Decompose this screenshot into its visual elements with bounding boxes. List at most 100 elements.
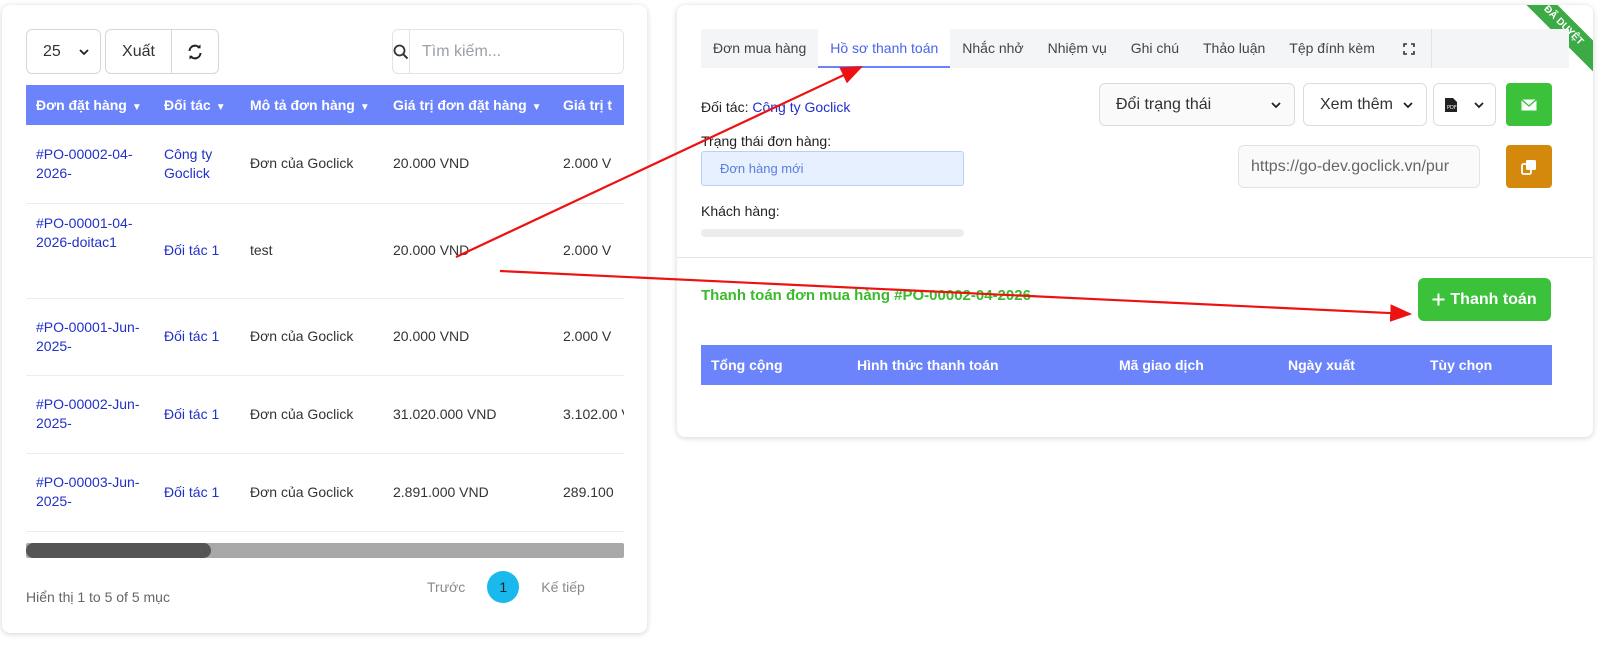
partner-link[interactable]: Đối tác 1 [164,242,219,258]
fullscreen-button[interactable] [1387,29,1432,68]
payment-column-method: Hình thức thanh toán [857,357,999,373]
order-status-badge: Đơn hàng mới [701,151,964,186]
chevron-down-icon [1271,101,1281,108]
tab-purchase-order[interactable]: Đơn mua hàng [701,29,818,68]
partner-link[interactable]: Đối tác 1 [164,406,219,422]
next-page-button[interactable]: Kế tiếp [541,579,585,595]
tab-notes[interactable]: Ghi chú [1119,29,1191,68]
chevron-down-icon [1403,101,1413,108]
order-value-2: 289.100 [553,453,624,532]
partner-link[interactable]: Công ty Goclick [164,146,212,181]
table-row: #PO-00001-Jun-2025- Đối tác 1 Đơn của Go… [26,298,624,376]
see-more-dropdown[interactable]: Xem thêm [1303,83,1427,126]
order-value-2: 3.102.00 VND [553,375,624,454]
search-icon [393,44,409,59]
order-link[interactable]: #PO-00003-Jun-2025- [36,474,140,509]
order-description: test [240,203,383,299]
order-link[interactable]: #PO-00001-04-2026-doitac1 [36,215,133,250]
public-link-field[interactable]: https://go-dev.goclick.vn/pur [1238,145,1480,188]
copy-icon [1521,159,1536,175]
column-header-order-value[interactable]: Giá trị đơn đặt hàng ▼ [383,85,553,125]
pagination-info: Hiển thị 1 to 5 of 5 mục [26,589,170,605]
chevron-down-icon: ▼ [215,102,226,113]
export-button-group: Xuất [105,29,219,74]
change-status-select[interactable]: Đổi trạng thái [1099,83,1295,126]
column-header-order[interactable]: Đơn đặt hàng ▼ [26,85,154,125]
chevron-down-icon: ▼ [531,102,542,113]
tab-attachments[interactable]: Tệp đính kèm [1277,29,1387,68]
partner-link[interactable]: Đối tác 1 [164,328,219,344]
page-number-button[interactable]: 1 [487,571,520,603]
pdf-dropdown[interactable]: PDF [1433,83,1496,126]
table-header-row: Đơn đặt hàng ▼ Đối tác ▼ Mô tả đơn hàng ▼ G… [26,85,624,125]
search-input[interactable] [410,30,623,73]
partner-link[interactable]: Công ty Goclick [752,99,850,115]
orders-list-panel: 25 Xuất Đơn đặt hàng▼ Đối tác▼ Mô tả đơn… [2,5,647,633]
column-header-description[interactable]: Mô tả đơn hàng ▼ [240,85,383,125]
payment-table-header: Tổng cộng Hình thức thanh toán Mã giao d… [701,345,1552,385]
pdf-file-icon: PDF [1445,97,1457,112]
table-row: #PO-00002-Jun-2025- Đối tác 1 Đơn của Go… [26,375,624,454]
table-row: #PO-00003-Jun-2025- Đối tác 1 Đơn của Go… [26,453,624,532]
order-value: 31.020.000 VND [383,375,553,454]
tab-payment-records[interactable]: Hồ sơ thanh toán [818,29,951,68]
expand-icon [1403,43,1415,56]
column-header-partner[interactable]: Đối tác ▼ [154,85,240,125]
refresh-icon [188,44,202,59]
tab-tasks[interactable]: Nhiệm vụ [1036,29,1119,68]
payment-section-title: Thanh toán đơn mua hàng #PO-00002-04-202… [701,287,1036,304]
pagination: Trước 1 Kế tiếp [427,571,585,603]
order-description: Đơn của Goclick [240,298,383,376]
export-button[interactable]: Xuất [106,30,172,73]
page-size-value: 25 [43,42,61,60]
horizontal-scrollbar[interactable] [26,543,624,558]
search-button[interactable] [393,30,410,73]
order-value-2: 2.000 V [553,203,624,299]
orders-table-wrapper: Đơn đặt hàng ▼ Đối tác ▼ Mô tả đơn hàng ▼ G… [26,85,624,538]
add-payment-button[interactable]: Thanh toán [1418,278,1551,321]
table-row: #PO-00001-04-2026-doitac1 Đối tác 1 test… [26,203,624,299]
send-email-button[interactable] [1506,83,1552,126]
customer-label: Khách hàng: [701,203,780,219]
detail-tabs: Đơn mua hàng Hồ sơ thanh toán Nhắc nhở N… [701,29,1569,68]
order-value: 20.000 VND [383,298,553,376]
payment-column-transaction-id: Mã giao dịch [1119,357,1204,373]
partner-link[interactable]: Đối tác 1 [164,484,219,500]
order-detail-panel: ĐÃ DUYỆT Đơn mua hàng Hồ sơ thanh toán N… [677,5,1593,437]
search-box [392,29,624,74]
chevron-down-icon: ▼ [359,102,370,113]
plus-icon [1432,293,1445,306]
order-link[interactable]: #PO-00002-04-2026- [36,146,133,181]
previous-page-button[interactable]: Trước [427,579,465,595]
chevron-down-icon [1474,101,1484,108]
table-row: #PO-00002-04-2026- Công ty Goclick Đơn c… [26,125,624,204]
copy-link-button[interactable] [1506,145,1552,188]
page-size-select[interactable]: 25 [26,29,101,74]
order-status-label: Trạng thái đơn hàng: [701,133,832,149]
svg-text:PDF: PDF [1447,105,1457,111]
tab-reminders[interactable]: Nhắc nhở [950,29,1035,68]
payment-column-date: Ngày xuất [1288,357,1355,373]
order-description: Đơn của Goclick [240,125,383,204]
section-divider [677,257,1593,258]
order-link[interactable]: #PO-00002-Jun-2025- [36,396,140,431]
envelope-icon [1521,98,1537,110]
orders-table: Đơn đặt hàng ▼ Đối tác ▼ Mô tả đơn hàng ▼ G… [26,85,624,532]
order-description: Đơn của Goclick [240,453,383,532]
payment-column-total: Tổng cộng [711,357,783,373]
order-description: Đơn của Goclick [240,375,383,454]
order-value-2: 2.000 V [553,298,624,376]
chevron-down-icon [79,48,89,55]
order-value: 20.000 VND [383,203,553,299]
partner-field: Đối tác: Công ty Goclick [701,99,851,115]
order-link[interactable]: #PO-00001-Jun-2025- [36,319,140,354]
order-value: 2.891.000 VND [383,453,553,532]
order-value-2: 2.000 V [553,125,624,204]
order-value: 20.000 VND [383,125,553,204]
tab-discussion[interactable]: Thảo luận [1191,29,1277,68]
customer-value-placeholder [701,229,964,237]
refresh-button[interactable] [172,30,218,73]
column-header-value-2[interactable]: Giá trị t [553,85,624,125]
scrollbar-thumb[interactable] [26,543,211,558]
payment-column-options: Tùy chọn [1430,357,1493,373]
